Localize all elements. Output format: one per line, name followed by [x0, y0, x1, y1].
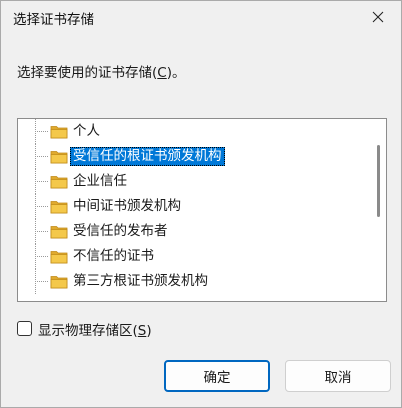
cancel-button[interactable]: 取消: [285, 360, 391, 392]
prompt-accesskey: C: [157, 65, 167, 81]
tree-item[interactable]: 第三方根证书颁发机构: [18, 269, 372, 294]
tree-item-label: 受信任的发布者: [73, 223, 168, 239]
tree-connector: [30, 219, 48, 244]
tree-item-label: 个人: [73, 123, 100, 139]
select-certificate-store-dialog: 选择证书存储 选择要使用的证书存储(C)。 个人受信任的根证书颁发机构 企业信任中…: [0, 0, 402, 408]
tree-connector: [30, 119, 48, 144]
tree-connector: [30, 194, 48, 219]
certificate-store-tree[interactable]: 个人受信任的根证书颁发机构 企业信任中间证书颁发机构 受信任的发布者 不信任的证书第三…: [17, 118, 387, 302]
tree-item-label: 企业信任: [73, 173, 127, 189]
tree-connector: [30, 144, 48, 169]
title-bar: 选择证书存储: [1, 1, 401, 33]
checkbox-label-suffix: ): [146, 323, 152, 339]
close-button[interactable]: [355, 1, 401, 33]
ok-button[interactable]: 确定: [164, 360, 270, 392]
tree-item[interactable]: 不信任的证书: [18, 244, 372, 269]
tree-connector: [30, 269, 48, 294]
tree-item[interactable]: 受信任的发布者: [18, 219, 372, 244]
window-title: 选择证书存储: [13, 12, 94, 28]
checkbox-label-text: 显示物理存储区(: [38, 323, 138, 339]
tree-item[interactable]: 受信任的根证书颁发机构: [18, 144, 372, 169]
tree-item-label: 第三方根证书颁发机构: [73, 273, 208, 289]
close-icon: [372, 11, 384, 23]
tree-scrollbar[interactable]: [372, 119, 386, 301]
tree-list: 个人受信任的根证书颁发机构 企业信任中间证书颁发机构 受信任的发布者 不信任的证书第三…: [18, 119, 372, 294]
tree-item[interactable]: 企业信任: [18, 169, 372, 194]
folder-icon: [50, 251, 68, 264]
folder-icon: [50, 276, 68, 289]
prompt-suffix: )。: [166, 65, 186, 81]
tree-item[interactable]: 中间证书颁发机构: [18, 194, 372, 219]
tree-item[interactable]: 个人: [18, 119, 372, 144]
prompt-text: 选择要使用的证书存储(: [17, 65, 158, 81]
tree-connector: [30, 244, 48, 269]
folder-icon: [50, 151, 68, 164]
scrollbar-thumb[interactable]: [377, 145, 380, 217]
folder-icon: [50, 176, 68, 189]
store-prompt-label: 选择要使用的证书存储(C)。: [17, 61, 186, 81]
tree-item-label: 中间证书颁发机构: [73, 198, 181, 214]
tree-item-label: 不信任的证书: [73, 248, 154, 264]
tree-connector: [30, 169, 48, 194]
folder-icon: [50, 201, 68, 214]
tree-item-label: 受信任的根证书颁发机构: [70, 147, 225, 166]
folder-icon: [50, 226, 68, 239]
folder-icon: [50, 126, 68, 139]
show-physical-stores-label[interactable]: 显示物理存储区(S): [38, 319, 152, 339]
show-physical-stores-checkbox[interactable]: [17, 321, 32, 336]
